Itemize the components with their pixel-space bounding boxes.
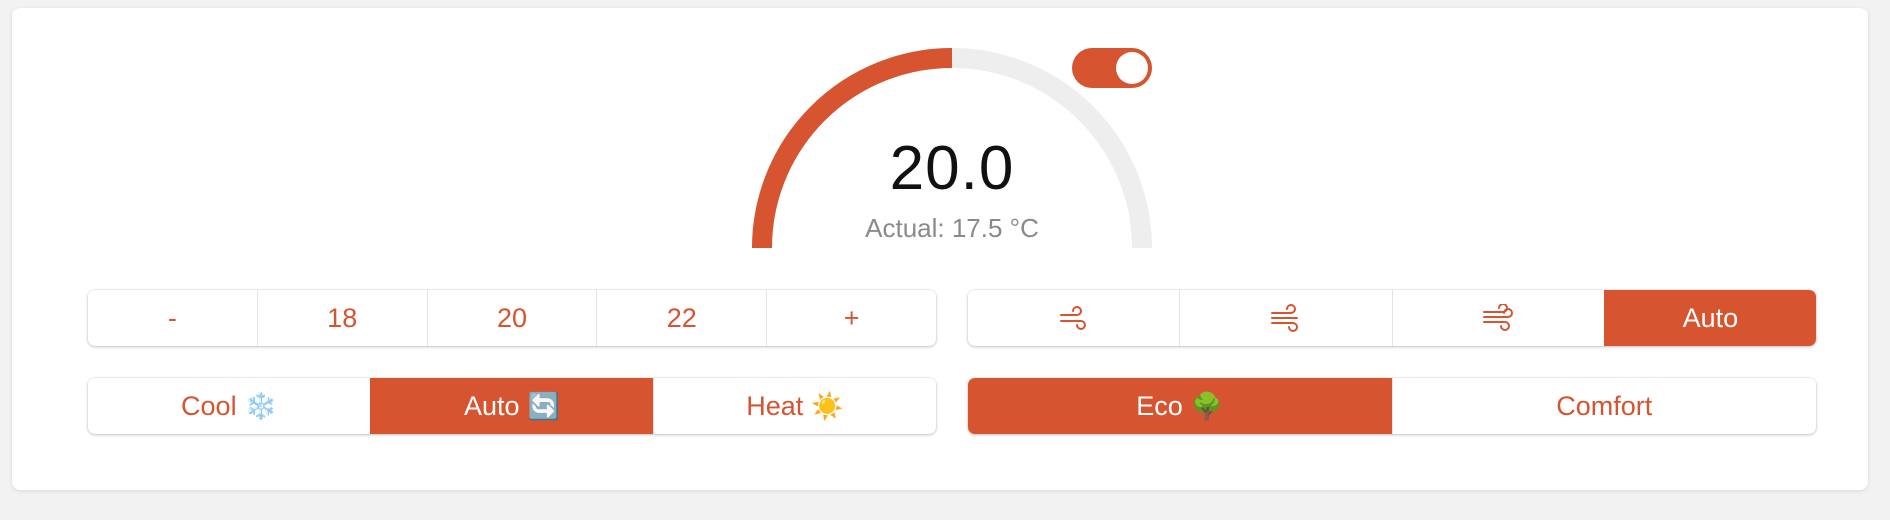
mode-heat-button[interactable]: Heat ☀️ — [653, 378, 936, 434]
power-toggle[interactable] — [1072, 48, 1152, 88]
decrease-button[interactable]: - — [88, 290, 257, 346]
cycle-icon: 🔄 — [527, 390, 560, 421]
setpoint-buttons: - 18 20 22 + — [88, 290, 936, 346]
fan-high-icon — [1483, 304, 1514, 331]
preset-20-button[interactable]: 20 — [426, 290, 597, 346]
preset-22-button[interactable]: 22 — [596, 290, 766, 346]
snowflake-icon: ❄️ — [244, 390, 277, 421]
fan-auto-button[interactable]: Auto — [1603, 290, 1816, 346]
toggle-knob — [1116, 52, 1148, 84]
fan-medium-icon — [1270, 304, 1298, 332]
tree-icon: 🌳 — [1190, 390, 1224, 421]
increase-button[interactable]: + — [766, 290, 936, 346]
preset-eco-button[interactable]: Eco 🌳 — [968, 378, 1392, 434]
thermostat-card: 20.0 Actual: 17.5 °C - 18 20 22 + Auto C… — [12, 8, 1868, 490]
preset-comfort-button[interactable]: Comfort — [1391, 378, 1817, 434]
fan-low-button[interactable] — [968, 290, 1179, 346]
actual-temperature: Actual: 17.5 °C — [865, 213, 1039, 243]
fan-low-icon — [1059, 306, 1086, 330]
mode-cool-button[interactable]: Cool ❄️ — [88, 378, 370, 434]
preset-mode-buttons: Eco 🌳 Comfort — [968, 378, 1816, 434]
fan-high-button[interactable] — [1391, 290, 1604, 346]
mode-auto-button[interactable]: Auto 🔄 — [370, 378, 653, 434]
fan-speed-buttons: Auto — [968, 290, 1816, 346]
hvac-mode-buttons: Cool ❄️ Auto 🔄 Heat ☀️ — [88, 378, 936, 434]
sun-icon: ☀️ — [811, 390, 844, 421]
preset-18-button[interactable]: 18 — [256, 290, 427, 346]
setpoint-value: 20.0 — [889, 134, 1015, 203]
fan-medium-button[interactable] — [1179, 290, 1391, 346]
